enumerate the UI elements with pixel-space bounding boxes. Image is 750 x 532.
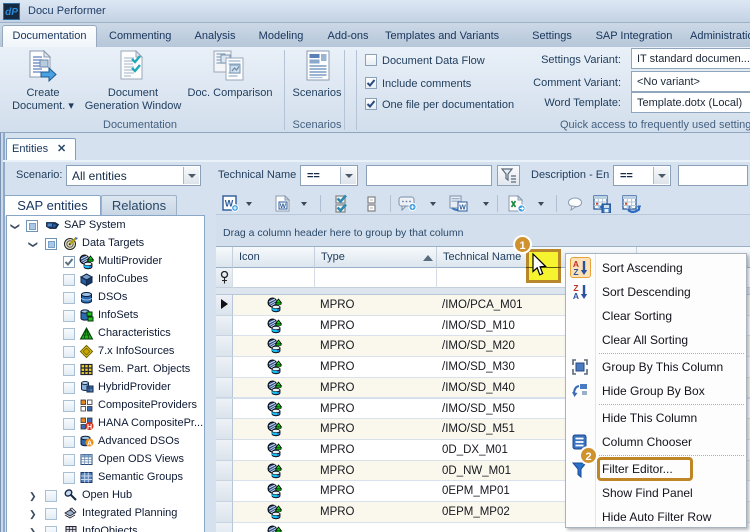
svg-text:Z: Z [573,267,578,277]
svg-text:dP: dP [5,7,18,18]
svg-text:W: W [459,204,466,211]
svg-text:W: W [280,203,287,210]
svg-text:A: A [573,291,579,301]
svg-text:A: A [87,440,92,447]
svg-text:H: H [87,424,92,431]
